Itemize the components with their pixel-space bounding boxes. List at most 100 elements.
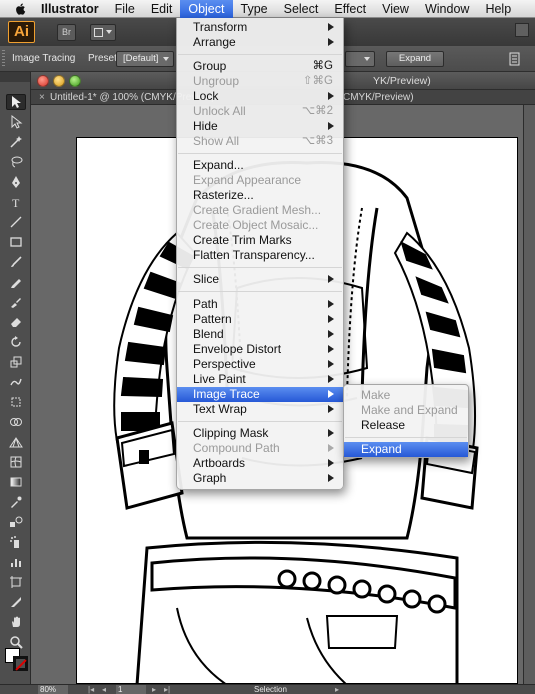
menu-window[interactable]: Window [417,0,477,18]
submenu-arrow-icon [328,315,334,323]
apple-icon[interactable] [14,2,28,16]
window-title: YK/Preview) [373,75,431,87]
menu-item-artboards[interactable]: Artboards [177,456,343,471]
pen-tool-icon[interactable] [6,174,26,190]
type-tool-icon[interactable]: T [6,194,26,210]
view-select[interactable] [345,51,375,67]
submenu-item-expand[interactable]: Expand [344,442,468,457]
selection-tool-icon[interactable] [6,94,26,110]
vertical-scrollbar[interactable] [523,105,535,684]
shape-builder-tool-icon[interactable] [6,414,26,430]
menu-item-group[interactable]: Group ⌘G [177,59,343,74]
tools-panel: T [0,72,31,684]
menu-item-clipping-mask[interactable]: Clipping Mask [177,426,343,441]
artboard-number-field[interactable]: 1 [116,685,146,694]
preset-value: [Default] [123,53,159,64]
menu-effect[interactable]: Effect [326,0,374,18]
line-segment-tool-icon[interactable] [6,214,26,230]
expand-button[interactable]: Expand [386,51,444,67]
menu-item-create-gradient-mesh: Create Gradient Mesh... [193,203,322,217]
pencil-tool-icon[interactable] [6,274,26,290]
paintbrush-tool-icon[interactable] [6,254,26,270]
menu-item-rasterize[interactable]: Rasterize... [177,188,343,203]
close-tab-icon[interactable]: × [39,92,45,103]
warp-tool-icon[interactable] [6,374,26,390]
blob-brush-tool-icon[interactable] [6,294,26,310]
menu-item-live-paint[interactable]: Live Paint [177,372,343,387]
status-menu-icon[interactable]: ▸ [335,685,339,694]
menu-help[interactable]: Help [477,0,519,18]
menu-type[interactable]: Type [233,0,276,18]
menu-item-image-trace[interactable]: Image Trace [177,387,343,402]
rectangle-tool-icon[interactable] [6,234,26,250]
zoom-window-icon[interactable] [69,75,81,87]
menu-object[interactable]: Object [180,0,233,18]
minimize-window-icon[interactable] [53,75,65,87]
direct-selection-tool-icon[interactable] [6,114,26,130]
blend-tool-icon[interactable] [6,514,26,530]
current-tool-status: Selection [254,685,287,694]
chevron-down-icon [163,57,169,61]
menu-item-text-wrap[interactable]: Text Wrap [177,402,343,417]
column-graph-tool-icon[interactable] [6,554,26,570]
menu-item-perspective[interactable]: Perspective [177,357,343,372]
next-artboard-icon[interactable]: ▸ [152,685,156,694]
free-transform-tool-icon[interactable] [6,394,26,410]
rotate-tool-icon[interactable] [6,334,26,350]
panel-grip-handle[interactable] [2,50,5,68]
menu-item-envelope-distort[interactable]: Envelope Distort [177,342,343,357]
menu-item-create-trim-marks[interactable]: Create Trim Marks [177,233,343,248]
layout-grid-icon [94,27,103,37]
eyedropper-tool-icon[interactable] [6,494,26,510]
menu-view[interactable]: View [374,0,417,18]
tools-panel-header[interactable] [0,72,30,82]
submenu-arrow-icon [328,390,334,398]
preset-select[interactable]: [Default] [116,51,174,67]
symbol-sprayer-tool-icon[interactable] [6,534,26,550]
menu-separator [345,437,467,438]
menu-item-arrange[interactable]: Arrange [177,35,343,50]
menu-item-pattern[interactable]: Pattern [177,312,343,327]
submenu-item-release[interactable]: Release [344,418,468,433]
document-tab-label-tail: CMYK/Preview) [343,92,414,103]
first-artboard-icon[interactable]: |◂ [88,685,94,694]
menu-item-blend[interactable]: Blend [177,327,343,342]
magic-wand-tool-icon[interactable] [6,134,26,150]
menu-item-graph[interactable]: Graph [177,471,343,486]
submenu-arrow-icon [328,38,334,46]
menu-item-transform[interactable]: Transform [177,20,343,35]
menu-item-flatten-transparency[interactable]: Flatten Transparency... [177,248,343,263]
menu-item-expand[interactable]: Expand... [177,158,343,173]
bridge-button[interactable]: Br [57,23,76,41]
perspective-grid-tool-icon[interactable] [6,434,26,450]
stroke-color-swatch[interactable] [13,656,28,671]
zoom-level-field[interactable]: 80% [38,685,68,694]
eraser-tool-icon[interactable] [6,314,26,330]
mesh-tool-icon[interactable] [6,454,26,470]
menu-item-slice[interactable]: Slice [177,272,343,287]
submenu-arrow-icon [328,360,334,368]
slice-tool-icon[interactable] [6,594,26,610]
menu-item-lock[interactable]: Lock [177,89,343,104]
workspace-switcher-button[interactable] [515,23,529,37]
menu-item-path[interactable]: Path [177,297,343,312]
gradient-tool-icon[interactable] [6,474,26,490]
menu-file[interactable]: File [107,0,143,18]
last-artboard-icon[interactable]: ▸| [164,685,170,694]
image-trace-submenu: Make Make and Expand Release Expand [343,384,469,458]
artboard-tool-icon[interactable] [6,574,26,590]
submenu-arrow-icon [328,375,334,383]
hand-tool-icon[interactable] [6,614,26,630]
submenu-arrow-icon [328,444,334,452]
menu-edit[interactable]: Edit [143,0,181,18]
document-setup-icon[interactable] [507,51,523,67]
lasso-tool-icon[interactable] [6,154,26,170]
scale-tool-icon[interactable] [6,354,26,370]
menu-select[interactable]: Select [276,0,327,18]
previous-artboard-icon[interactable]: ◂ [102,685,106,694]
close-window-icon[interactable] [37,75,49,87]
arrange-documents-button[interactable] [90,23,116,41]
menu-item-hide[interactable]: Hide [177,119,343,134]
menu-app-illustrator[interactable]: Illustrator [39,0,107,18]
menu-item-create-object-mosaic: Create Object Mosaic... [193,218,319,232]
